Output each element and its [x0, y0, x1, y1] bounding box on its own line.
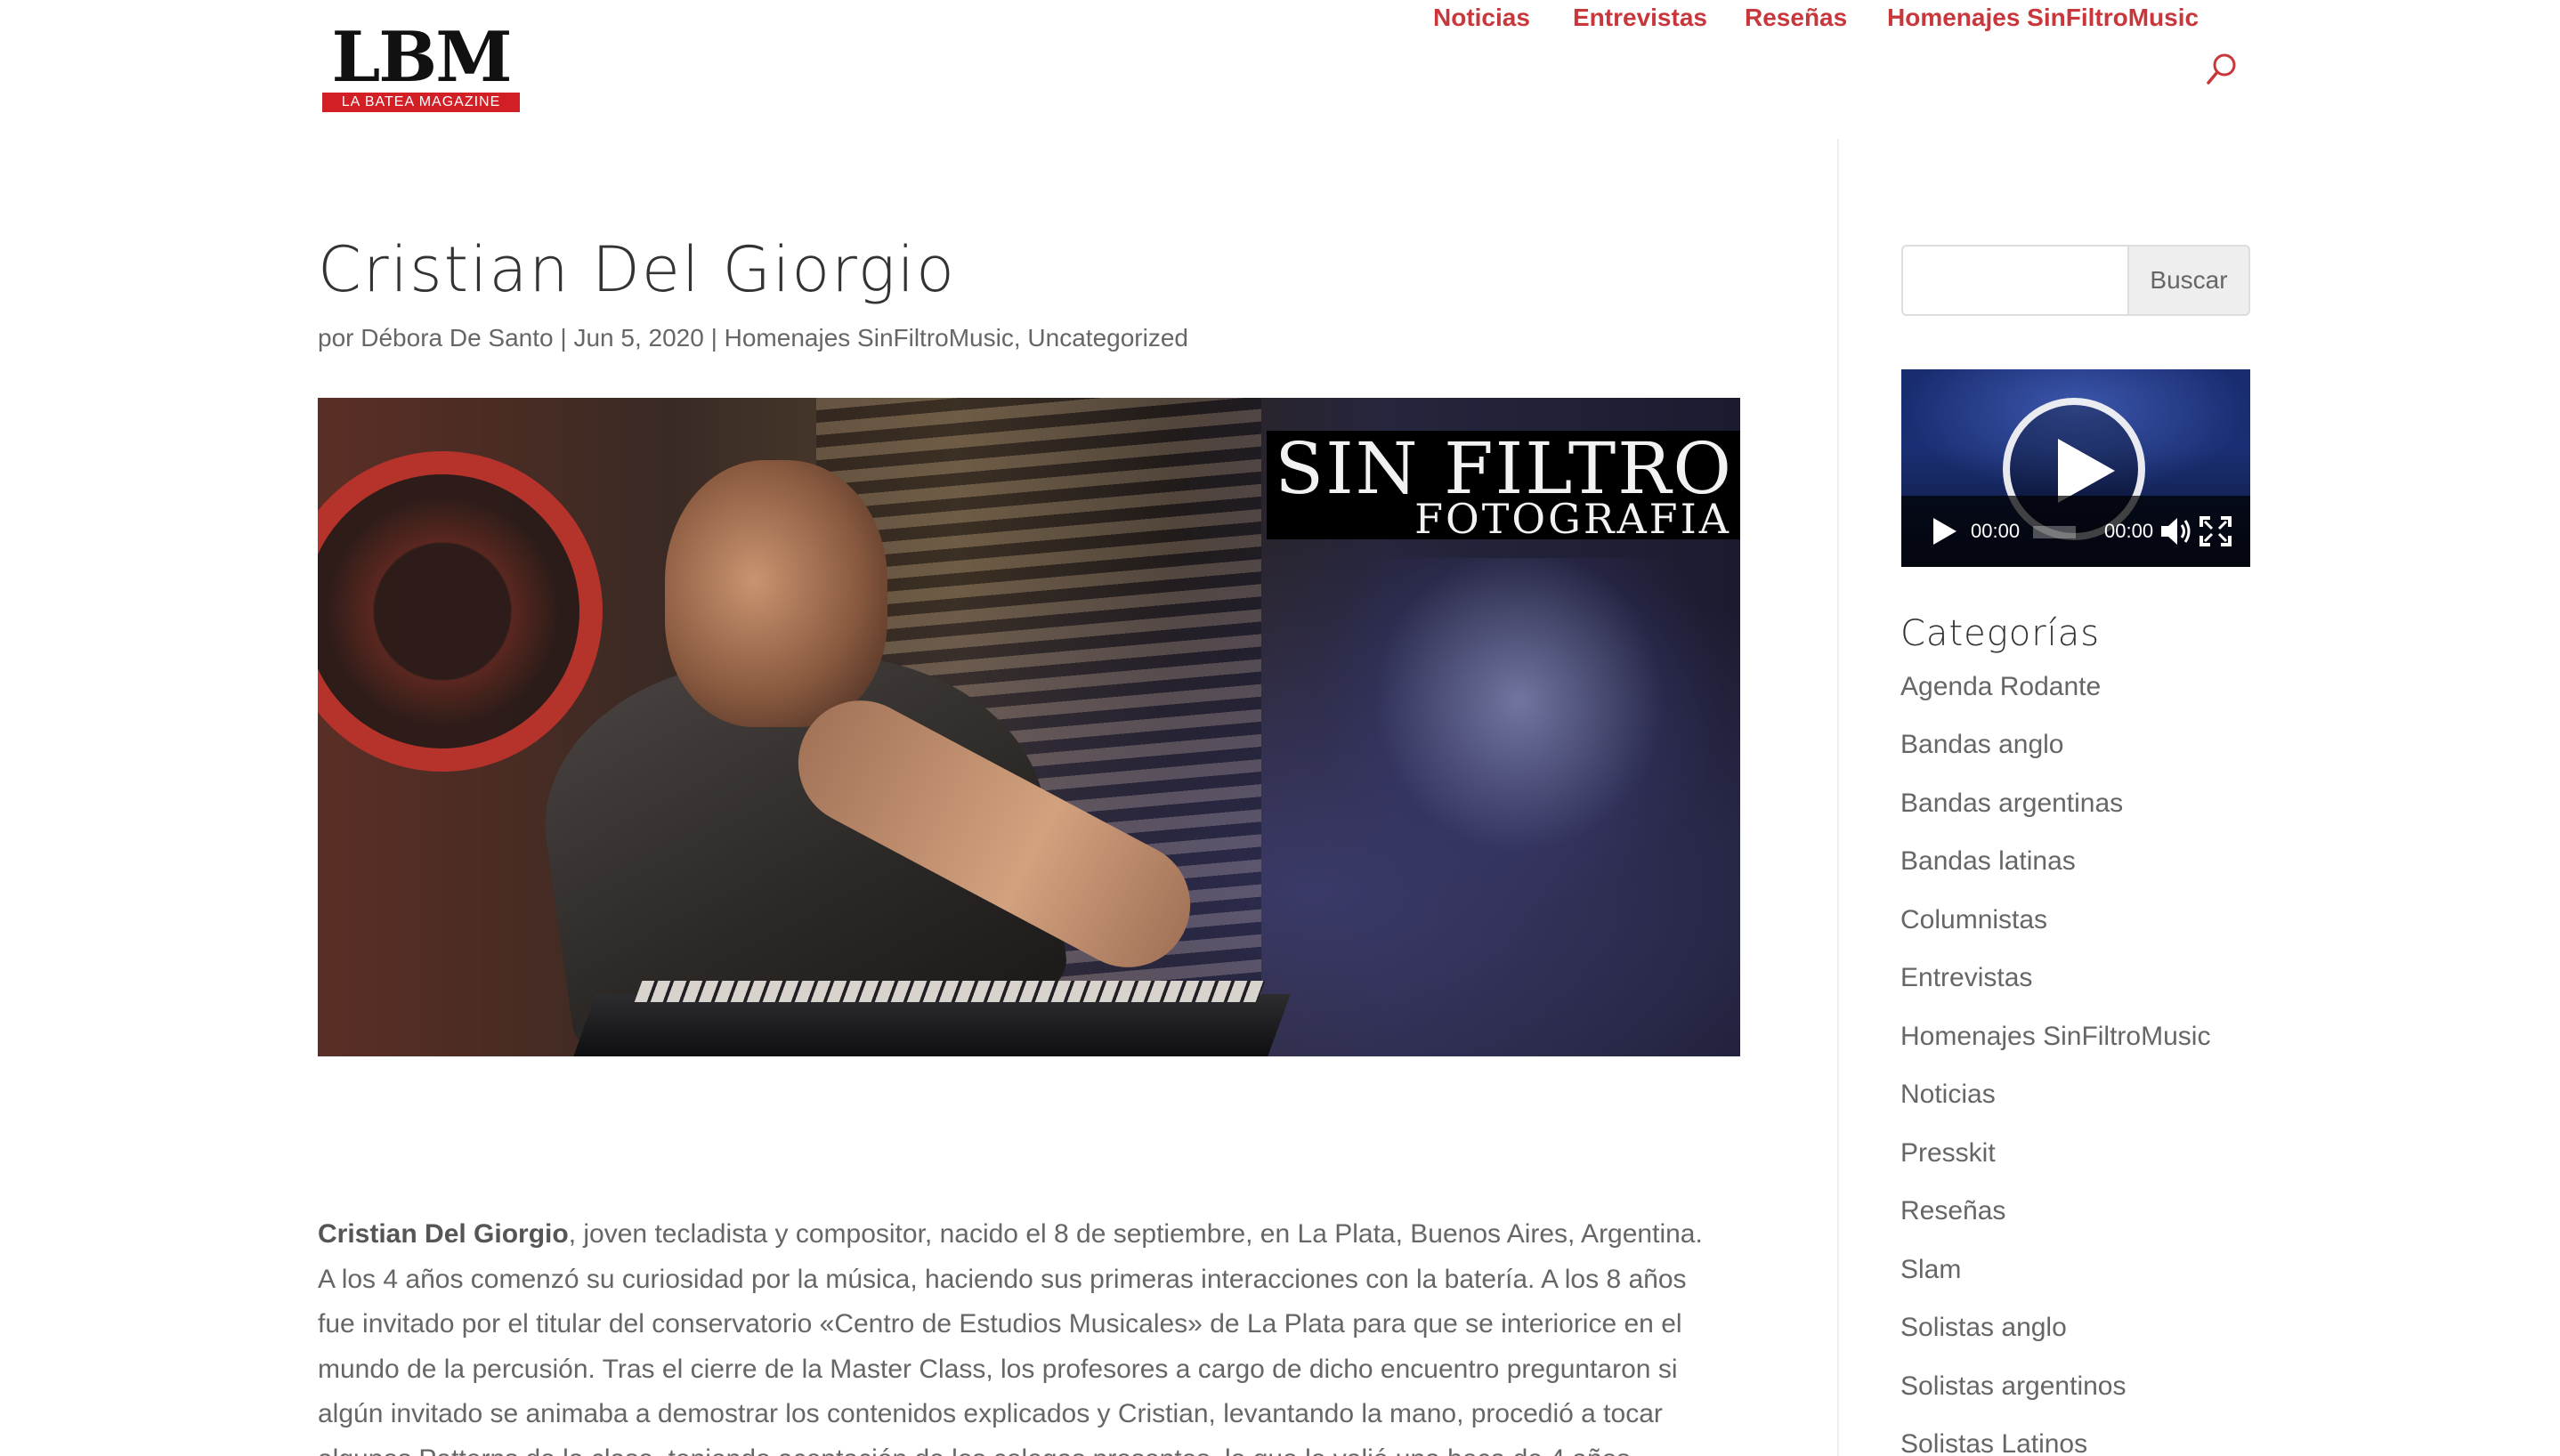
nav-item-homenajes[interactable]: Homenajes SinFiltroMusic	[1887, 0, 2199, 36]
video-progress-bar[interactable]	[2033, 526, 2076, 538]
category-item[interactable]: Solistas Latinos	[1900, 1427, 2087, 1456]
video-current-time: 00:00	[1971, 520, 2021, 542]
sidebar-search-input[interactable]	[1901, 245, 2129, 316]
post-date: Jun 5, 2020	[573, 324, 704, 352]
search-icon[interactable]	[2205, 52, 2240, 87]
category-item[interactable]: Entrevistas	[1900, 960, 2032, 996]
post-meta: por Débora De Santo | Jun 5, 2020 | Home…	[318, 322, 1188, 354]
image-hands-closeup	[1315, 558, 1724, 914]
meta-prefix: por	[318, 324, 361, 352]
watermark-line2: FOTOGRAFIA	[1414, 495, 1731, 543]
category-item[interactable]: Bandas anglo	[1900, 727, 2064, 763]
play-icon[interactable]	[1932, 517, 1958, 546]
meta-separator: |	[553, 324, 574, 352]
fullscreen-icon[interactable]	[2199, 515, 2232, 547]
author-link[interactable]: Débora De Santo	[361, 324, 553, 352]
category-item[interactable]: Solistas anglo	[1900, 1310, 2067, 1346]
category-item[interactable]: Columnistas	[1900, 902, 2047, 938]
category-item[interactable]: Bandas latinas	[1900, 844, 2076, 879]
category-item[interactable]: Homenajes SinFiltroMusic	[1900, 1019, 2210, 1055]
video-duration: 00:00	[2104, 520, 2154, 542]
category-item[interactable]: Bandas argentinas	[1900, 786, 2123, 821]
logo-letters: LBM	[331, 17, 512, 98]
article-bold-name: Cristian Del Giorgio	[318, 1219, 569, 1249]
featured-image: SIN FILTRO FOTOGRAFIA	[318, 398, 1740, 1056]
video-controls: 00:00 00:00	[1901, 496, 2250, 567]
categories-heading: Categorías	[1900, 613, 2101, 654]
category-item[interactable]: Presskit	[1900, 1136, 1996, 1171]
sidebar-divider	[1837, 139, 1839, 1456]
article-body: Cristian Del Giorgio, joven tecladista y…	[318, 1212, 1715, 1456]
logo-subtitle: LA BATEA MAGAZINE	[322, 93, 520, 112]
category-item[interactable]: Noticias	[1900, 1077, 1996, 1112]
post-title: Cristian Del Giorgio	[318, 233, 956, 306]
category-item[interactable]: Solistas argentinos	[1900, 1369, 2126, 1404]
nav-item-noticias[interactable]: Noticias	[1433, 0, 1530, 36]
article-paragraph: , joven tecladista y compositor, nacido …	[318, 1219, 1703, 1456]
nav-item-entrevistas[interactable]: Entrevistas	[1573, 0, 1707, 36]
site-header: LBM LA BATEA MAGAZINE Noticias Entrevist…	[0, 0, 2560, 139]
image-person-head	[665, 460, 887, 727]
image-keyboard	[573, 994, 1291, 1056]
photo-watermark: SIN FILTRO FOTOGRAFIA	[1267, 431, 1740, 539]
volume-icon[interactable]	[2159, 515, 2193, 547]
image-keys	[634, 981, 1266, 1002]
category-item[interactable]: Reseñas	[1900, 1193, 2005, 1229]
nav-item-resenas[interactable]: Reseñas	[1745, 0, 1847, 36]
category-item[interactable]: Slam	[1900, 1252, 1961, 1288]
video-player[interactable]: 00:00 00:00	[1901, 369, 2250, 567]
watermark-line1: SIN FILTRO	[1275, 427, 1733, 510]
meta-separator: |	[703, 324, 725, 352]
meta-comma: ,	[1013, 324, 1028, 352]
sidebar-search-button[interactable]: Buscar	[2127, 245, 2250, 316]
site-logo[interactable]: LBM LA BATEA MAGAZINE	[322, 17, 520, 114]
category-link-homenajes[interactable]: Homenajes SinFiltroMusic	[725, 324, 1014, 352]
category-item[interactable]: Agenda Rodante	[1900, 669, 2101, 705]
category-link-uncategorized[interactable]: Uncategorized	[1027, 324, 1188, 352]
